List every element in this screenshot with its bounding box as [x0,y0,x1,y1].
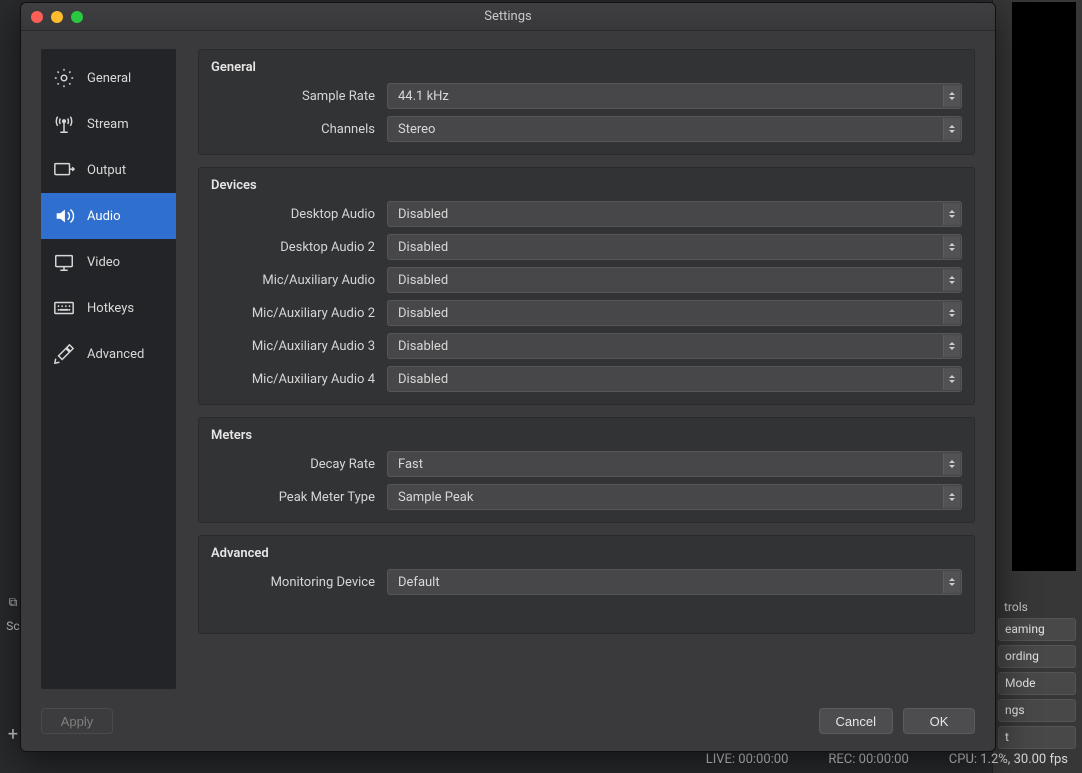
preview-area [1012,2,1076,571]
sidebar-item-label: Output [87,163,126,178]
mic-aux-3-select[interactable]: Disabled [387,333,962,359]
studio-mode-button[interactable]: Mode [998,672,1076,695]
sidebar-item-audio[interactable]: Audio [41,193,176,239]
select-value: Default [398,575,440,590]
ok-button[interactable]: OK [903,708,975,734]
start-streaming-button[interactable]: eaming [998,618,1076,641]
sidebar-item-label: Video [87,255,120,270]
sidebar-item-advanced[interactable]: Advanced [41,331,176,377]
monitor-icon [51,249,77,275]
monitoring-device-select[interactable]: Default [387,569,962,595]
mic-aux-4-select[interactable]: Disabled [387,366,962,392]
settings-window: Settings General Stream Output [20,2,996,752]
status-cpu: CPU: 1.2%, 30.00 fps [949,752,1068,767]
sidebar-item-label: General [87,71,131,86]
section-devices: Devices Desktop Audio Disabled Desktop A… [198,167,975,405]
zoom-icon[interactable] [71,11,83,23]
stepper-icon [943,335,960,357]
mic-aux-select[interactable]: Disabled [387,267,962,293]
keyboard-icon [51,295,77,321]
section-title: Devices [211,178,962,193]
select-value: Disabled [398,207,448,222]
minimize-icon[interactable] [51,11,63,23]
stepper-icon [943,203,960,225]
sidebar-item-label: Stream [87,117,129,132]
peak-meter-type-label: Peak Meter Type [211,490,387,505]
stepper-icon [943,571,960,593]
select-value: Stereo [398,122,435,137]
sidebar-item-hotkeys[interactable]: Hotkeys [41,285,176,331]
mic-aux-2-label: Mic/Auxiliary Audio 2 [211,306,387,321]
exit-button[interactable]: t [998,726,1076,749]
stepper-icon [943,302,960,324]
desktop-audio-select[interactable]: Disabled [387,201,962,227]
channels-select[interactable]: Stereo [387,116,962,142]
stepper-icon [943,236,960,258]
section-title: General [211,60,962,75]
sidebar-item-label: Hotkeys [87,301,134,316]
window-title: Settings [21,9,995,24]
desktop-audio-2-label: Desktop Audio 2 [211,240,387,255]
stepper-icon [943,118,960,140]
status-rec: REC: 00:00:00 [828,752,908,767]
select-value: Fast [398,457,423,472]
channels-label: Channels [211,122,387,137]
settings-sidebar: General Stream Output Audio [41,49,176,689]
output-icon [51,157,77,183]
decay-rate-label: Decay Rate [211,457,387,472]
stepper-icon [943,486,960,508]
stepper-icon [943,368,960,390]
section-title: Meters [211,428,962,443]
sidebar-item-general[interactable]: General [41,55,176,101]
section-advanced: Advanced Monitoring Device Default [198,535,975,634]
mic-aux-4-label: Mic/Auxiliary Audio 4 [211,372,387,387]
mic-aux-2-select[interactable]: Disabled [387,300,962,326]
start-recording-button[interactable]: ording [998,645,1076,668]
select-value: 44.1 kHz [398,89,449,104]
section-general: General Sample Rate 44.1 kHz Channels St… [198,49,975,155]
stepper-icon [943,269,960,291]
mic-aux-3-label: Mic/Auxiliary Audio 3 [211,339,387,354]
controls-panel: trols eaming ording Mode ngs t [992,0,1082,773]
stepper-icon [943,453,960,475]
modal-footer: Apply Cancel OK [21,705,995,751]
desktop-audio-label: Desktop Audio [211,207,387,222]
status-live: LIVE: 00:00:00 [706,752,789,767]
section-meters: Meters Decay Rate Fast Peak Meter Type S… [198,417,975,523]
sample-rate-label: Sample Rate [211,89,387,104]
select-value: Disabled [398,273,448,288]
decay-rate-select[interactable]: Fast [387,451,962,477]
apply-button[interactable]: Apply [41,708,113,734]
select-value: Sample Peak [398,490,473,505]
sidebar-item-output[interactable]: Output [41,147,176,193]
section-title: Advanced [211,546,962,561]
sample-rate-select[interactable]: 44.1 kHz [387,83,962,109]
cancel-button[interactable]: Cancel [819,708,893,734]
select-value: Disabled [398,339,448,354]
monitoring-device-label: Monitoring Device [211,575,387,590]
gear-icon [51,65,77,91]
sidebar-item-label: Advanced [87,347,144,362]
peak-meter-type-select[interactable]: Sample Peak [387,484,962,510]
status-bar: LIVE: 00:00:00 REC: 00:00:00 CPU: 1.2%, … [0,749,1082,769]
desktop-audio-2-select[interactable]: Disabled [387,234,962,260]
stepper-icon [943,85,960,107]
tools-icon [51,341,77,367]
controls-panel-label: trols [998,597,1076,617]
traffic-lights [31,11,83,23]
mic-aux-label: Mic/Auxiliary Audio [211,273,387,288]
select-value: Disabled [398,372,448,387]
settings-content: General Sample Rate 44.1 kHz Channels St… [198,49,975,695]
select-value: Disabled [398,240,448,255]
titlebar[interactable]: Settings [21,3,995,31]
close-icon[interactable] [31,11,43,23]
sidebar-item-label: Audio [87,209,120,224]
antenna-icon [51,111,77,137]
sidebar-item-stream[interactable]: Stream [41,101,176,147]
sidebar-item-video[interactable]: Video [41,239,176,285]
settings-button[interactable]: ngs [998,699,1076,722]
select-value: Disabled [398,306,448,321]
speaker-icon [51,203,77,229]
